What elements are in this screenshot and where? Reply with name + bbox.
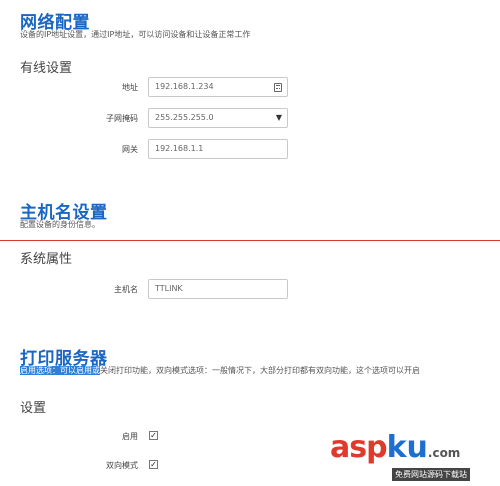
hostname-input[interactable]: TTLINK <box>148 279 288 299</box>
bidirectional-checkbox[interactable]: ✓ <box>149 460 158 469</box>
network-description: 设备的IP地址设置，通过IP地址，可以访问设备和让设备正常工作 <box>20 30 251 39</box>
enable-checkbox[interactable]: ✓ <box>149 431 158 440</box>
print-description-rest: 关闭打印功能，双向模式选项：一般情况下，大部分打印都有双向功能，这个选项可以开启 <box>100 366 420 375</box>
watermark-logo: aspku.com <box>330 430 460 465</box>
watermark-ku: ku <box>386 430 428 465</box>
chevron-down-icon: ▼ <box>275 113 282 122</box>
subnet-value: 255.255.255.0 <box>155 113 214 122</box>
section-divider <box>0 240 500 241</box>
address-input-text: 192.168.1.234 <box>155 82 214 91</box>
gateway-input[interactable]: 192.168.1.1 <box>148 139 288 159</box>
hostname-label: 主机名 <box>114 285 138 294</box>
gateway-value: 192.168.1.1 <box>155 144 204 153</box>
enable-label: 启用 <box>122 432 138 441</box>
address-label: 地址 <box>122 83 138 92</box>
hostname-value: TTLINK <box>155 284 183 293</box>
subnet-label: 子网掩码 <box>106 114 138 123</box>
watermark-com: .com <box>427 446 461 460</box>
watermark-subtitle: 免费网站源码下载站 <box>392 468 470 481</box>
subnet-select[interactable]: 255.255.255.0 ▼ <box>148 108 288 128</box>
keypad-icon <box>274 83 282 92</box>
wired-settings-title: 有线设置 <box>20 61 73 76</box>
system-props-title: 系统属性 <box>20 252 73 267</box>
print-settings-title: 设置 <box>20 401 47 416</box>
print-description-highlight: 启用选项：可以启用或 <box>20 366 100 375</box>
print-description: 启用选项：可以启用或关闭打印功能，双向模式选项：一般情况下，大部分打印都有双向功… <box>20 365 420 376</box>
address-input[interactable]: 192.168.1.234 <box>148 77 288 97</box>
bidirectional-label: 双向模式 <box>106 461 138 470</box>
hostname-description: 配置设备的身份信息。 <box>20 220 100 229</box>
gateway-label: 网关 <box>122 145 138 154</box>
watermark-asp: asp <box>330 430 388 465</box>
